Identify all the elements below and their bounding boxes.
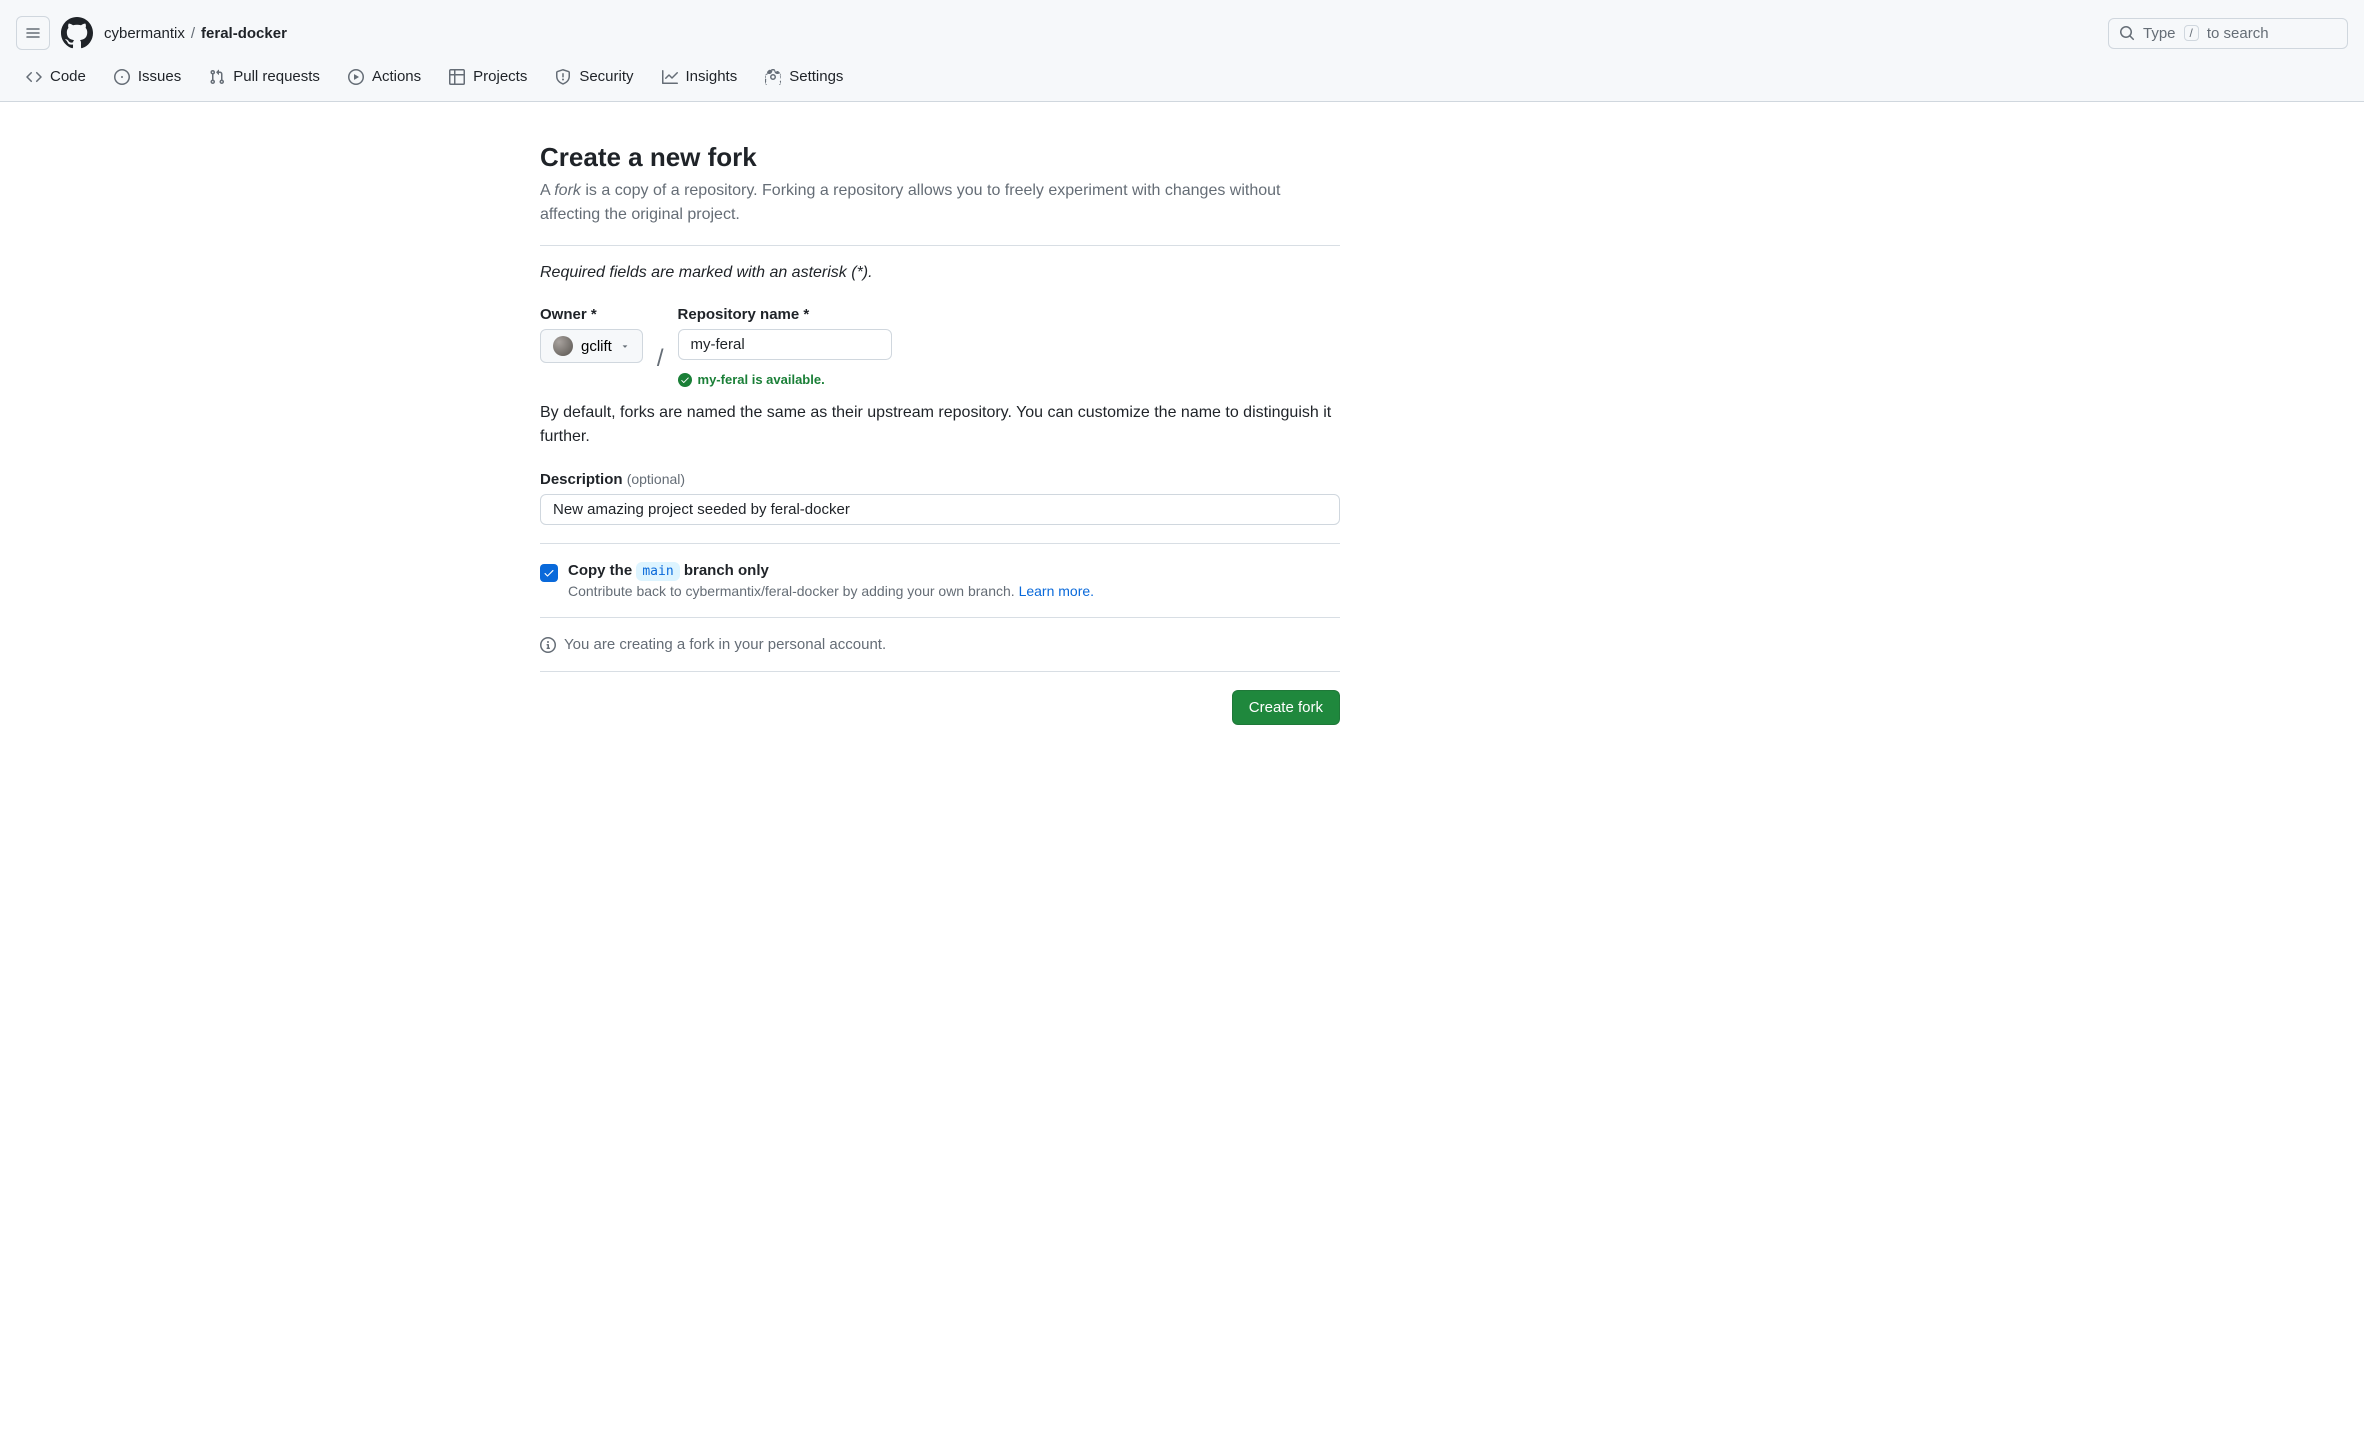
repo-name-input[interactable]: [678, 329, 892, 360]
tab-settings[interactable]: Settings: [755, 58, 853, 101]
check-icon: [543, 567, 555, 579]
availability-text: my-feral is available.: [698, 372, 825, 387]
repo-name-label: Repository name *: [678, 306, 892, 323]
github-logo[interactable]: [60, 16, 94, 50]
tab-issues-label: Issues: [138, 68, 181, 85]
info-text: You are creating a fork in your personal…: [564, 636, 886, 653]
tab-settings-label: Settings: [789, 68, 843, 85]
git-pull-request-icon: [209, 69, 225, 85]
tab-code[interactable]: Code: [16, 58, 96, 101]
tab-projects-label: Projects: [473, 68, 527, 85]
breadcrumb-separator: /: [191, 25, 195, 42]
tab-issues[interactable]: Issues: [104, 58, 191, 101]
tab-projects[interactable]: Projects: [439, 58, 537, 101]
copy-main-label: Copy the main branch only: [568, 562, 1094, 579]
tab-pull-requests[interactable]: Pull requests: [199, 58, 330, 101]
slash-separator: /: [657, 321, 664, 373]
code-icon: [26, 69, 42, 85]
required-note: Required fields are marked with an aster…: [540, 264, 1340, 282]
description-label: Description (optional): [540, 471, 1340, 488]
hamburger-icon: [25, 25, 41, 41]
gear-icon: [765, 69, 781, 85]
copy-main-checkbox[interactable]: [540, 564, 558, 582]
tab-insights-label: Insights: [686, 68, 738, 85]
play-icon: [348, 69, 364, 85]
shield-icon: [555, 69, 571, 85]
page-title: Create a new fork: [540, 142, 1340, 173]
search-input[interactable]: Type / to search: [2108, 18, 2348, 49]
table-icon: [449, 69, 465, 85]
breadcrumb: cybermantix / feral-docker: [104, 25, 287, 42]
breadcrumb-owner[interactable]: cybermantix: [104, 25, 185, 42]
repo-nav: Code Issues Pull requests Actions Projec…: [0, 58, 2364, 101]
issue-icon: [114, 69, 130, 85]
learn-more-link[interactable]: Learn more.: [1019, 583, 1094, 599]
tab-security-label: Security: [579, 68, 633, 85]
github-logo-icon: [61, 17, 93, 49]
contribute-note: Contribute back to cybermantix/feral-doc…: [568, 583, 1094, 599]
caret-down-icon: [620, 341, 630, 351]
tab-code-label: Code: [50, 68, 86, 85]
search-prefix: Type: [2143, 25, 2176, 42]
owner-label: Owner *: [540, 306, 643, 323]
graph-icon: [662, 69, 678, 85]
tab-security[interactable]: Security: [545, 58, 643, 101]
main-branch-chip: main: [636, 562, 679, 581]
availability-status: my-feral is available.: [678, 372, 892, 387]
search-suffix: to search: [2207, 25, 2269, 42]
description-input[interactable]: [540, 494, 1340, 525]
page-lead: A fork is a copy of a repository. Forkin…: [540, 179, 1340, 227]
hamburger-button[interactable]: [16, 16, 50, 50]
create-fork-button[interactable]: Create fork: [1232, 690, 1340, 725]
tab-pulls-label: Pull requests: [233, 68, 320, 85]
tab-insights[interactable]: Insights: [652, 58, 748, 101]
owner-value: gclift: [581, 338, 612, 355]
avatar: [553, 336, 573, 356]
owner-select[interactable]: gclift: [540, 329, 643, 363]
info-note: You are creating a fork in your personal…: [540, 636, 1340, 653]
breadcrumb-repo[interactable]: feral-docker: [201, 25, 287, 42]
tab-actions-label: Actions: [372, 68, 421, 85]
check-circle-icon: [678, 373, 692, 387]
search-kbd: /: [2184, 25, 2199, 41]
search-icon: [2119, 25, 2135, 41]
info-icon: [540, 637, 556, 653]
tab-actions[interactable]: Actions: [338, 58, 431, 101]
name-helper: By default, forks are named the same as …: [540, 401, 1340, 449]
